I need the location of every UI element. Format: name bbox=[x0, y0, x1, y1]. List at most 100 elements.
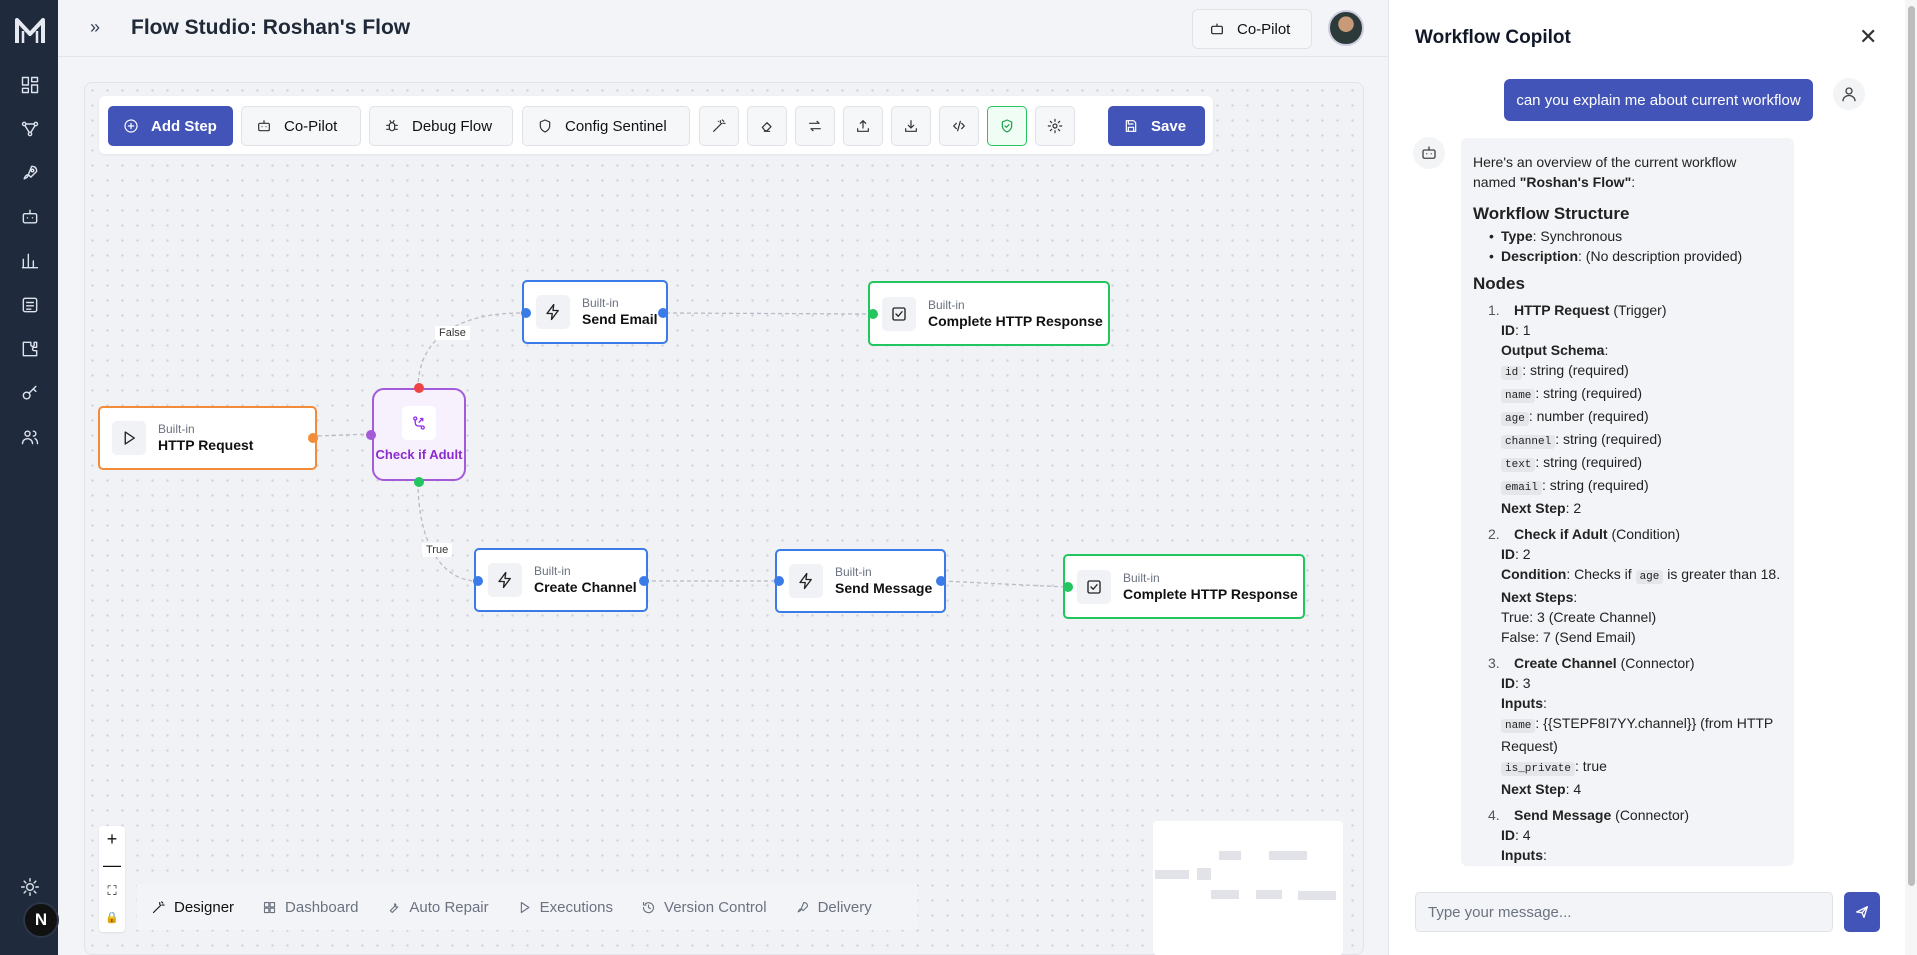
port-out[interactable] bbox=[639, 576, 649, 586]
port-out[interactable] bbox=[936, 576, 946, 586]
magic-wand-icon[interactable] bbox=[699, 106, 739, 146]
top-header: » Flow Studio: Roshan's Flow Co-Pilot bbox=[58, 0, 1388, 57]
user-message: can you explain me about current workflo… bbox=[1504, 79, 1813, 121]
copilot-label: Co-Pilot bbox=[1237, 20, 1291, 38]
tab-version-control[interactable]: Version Control bbox=[627, 884, 781, 930]
sun-icon[interactable] bbox=[19, 876, 41, 898]
message-input[interactable] bbox=[1415, 892, 1833, 932]
send-button[interactable] bbox=[1844, 892, 1880, 932]
node-name: Send Email bbox=[582, 311, 658, 327]
lock-button[interactable]: 🔒 bbox=[99, 904, 125, 930]
node-name: Send Message bbox=[835, 580, 933, 596]
node-complete-http-response-1[interactable]: Built-in Complete HTTP Response bbox=[868, 281, 1110, 346]
node-send-email[interactable]: Built-in Send Email bbox=[522, 280, 668, 344]
user-avatar-initial[interactable]: N bbox=[23, 902, 59, 938]
debug-label: Debug Flow bbox=[412, 117, 493, 135]
copilot-panel: Workflow Copilot ✕ can you explain me ab… bbox=[1388, 0, 1917, 955]
fit-view-button[interactable]: ⛶ bbox=[99, 878, 125, 904]
node-name: Create Channel bbox=[534, 579, 637, 595]
dashboard-icon[interactable] bbox=[19, 74, 41, 96]
save-button[interactable]: Save bbox=[1108, 106, 1205, 146]
profile-avatar[interactable] bbox=[1328, 10, 1364, 46]
users-icon[interactable] bbox=[19, 426, 41, 448]
rocket-icon bbox=[797, 901, 808, 912]
port-out[interactable] bbox=[658, 308, 668, 318]
play-icon bbox=[520, 901, 530, 913]
node-check-if-adult[interactable]: Check if Adult bbox=[372, 388, 466, 481]
port-out[interactable] bbox=[308, 433, 318, 443]
key-icon[interactable] bbox=[19, 382, 41, 404]
port-in[interactable] bbox=[868, 309, 878, 319]
zoom-controls: + — ⛶ 🔒 bbox=[99, 826, 125, 932]
node-type: Built-in bbox=[1123, 570, 1160, 585]
rocket-icon[interactable] bbox=[19, 162, 41, 184]
header-copilot-button[interactable]: Co-Pilot bbox=[1192, 9, 1312, 49]
node-create-channel[interactable]: Built-in Create Channel bbox=[474, 548, 648, 612]
wand-icon bbox=[152, 900, 165, 913]
tab-delivery[interactable]: Delivery bbox=[781, 884, 886, 930]
debug-flow-button[interactable]: Debug Flow bbox=[369, 106, 513, 146]
close-icon[interactable]: ✕ bbox=[1859, 24, 1877, 50]
page-title: Flow Studio: Roshan's Flow bbox=[131, 16, 411, 39]
bot-icon bbox=[258, 120, 270, 132]
tab-label: Executions bbox=[539, 898, 614, 916]
puzzle-icon[interactable] bbox=[19, 338, 41, 360]
port-false[interactable] bbox=[414, 383, 424, 393]
tab-designer[interactable]: Designer bbox=[137, 884, 248, 930]
assistant-message: Here's an overview of the current workfl… bbox=[1461, 138, 1794, 866]
port-in[interactable] bbox=[774, 576, 784, 586]
node-type: Built-in bbox=[582, 296, 619, 310]
config-sentinel-button[interactable]: Config Sentinel bbox=[522, 106, 690, 146]
eraser-icon[interactable] bbox=[747, 106, 787, 146]
port-in[interactable] bbox=[1063, 582, 1073, 592]
swap-icon[interactable] bbox=[795, 106, 835, 146]
edge-label-false: False bbox=[435, 326, 470, 340]
gear-icon[interactable] bbox=[1035, 106, 1075, 146]
tab-dashboard[interactable]: Dashboard bbox=[248, 884, 372, 930]
zoom-in-button[interactable]: + bbox=[99, 826, 125, 852]
download-icon[interactable] bbox=[891, 106, 931, 146]
bot-icon[interactable] bbox=[19, 206, 41, 228]
nodes-heading: Nodes bbox=[1473, 274, 1525, 293]
intro-text: Here's an overview of the current workfl… bbox=[1473, 154, 1737, 190]
docs-icon[interactable] bbox=[19, 294, 41, 316]
minimap[interactable] bbox=[1153, 821, 1343, 955]
bolt-icon bbox=[536, 295, 570, 329]
tab-label: Designer bbox=[174, 898, 235, 916]
upload-icon[interactable] bbox=[843, 106, 883, 146]
add-step-button[interactable]: Add Step bbox=[108, 106, 233, 146]
plus-circle-icon bbox=[124, 119, 138, 133]
node-complete-http-response-2[interactable]: Built-in Complete HTTP Response bbox=[1063, 554, 1305, 619]
send-icon bbox=[1856, 906, 1868, 918]
add-step-label: Add Step bbox=[151, 117, 217, 135]
node-name: Complete HTTP Response bbox=[928, 312, 1103, 329]
node-http-request[interactable]: Built-in HTTP Request bbox=[98, 406, 317, 470]
bug-icon bbox=[386, 120, 398, 132]
node-type: Built-in bbox=[158, 422, 195, 436]
panel-scrollbar[interactable] bbox=[1905, 0, 1917, 955]
edge-label-true: True bbox=[422, 543, 453, 557]
shield-icon bbox=[539, 119, 551, 133]
node-item-3: 3. Create Channel (Connector) ID: 3 Inpu… bbox=[1488, 655, 1774, 797]
save-icon bbox=[1125, 120, 1137, 132]
port-in[interactable] bbox=[521, 308, 531, 318]
left-rail: N bbox=[0, 0, 59, 955]
chart-icon[interactable] bbox=[19, 250, 41, 272]
node-type: Built-in bbox=[928, 297, 965, 312]
port-in[interactable] bbox=[366, 430, 376, 440]
node-send-message[interactable]: Built-in Send Message bbox=[775, 549, 946, 613]
expand-sidebar-icon[interactable]: » bbox=[90, 17, 100, 38]
tab-label: Version Control bbox=[664, 898, 767, 916]
port-true[interactable] bbox=[414, 477, 424, 487]
tab-executions[interactable]: Executions bbox=[503, 884, 627, 930]
flow-icon[interactable] bbox=[19, 118, 41, 140]
shield-check-icon[interactable] bbox=[987, 106, 1027, 146]
copilot-button[interactable]: Co-Pilot bbox=[241, 106, 361, 146]
canvas-toolbar: Add Step Co-Pilot Debug Flow Config Sent… bbox=[99, 96, 1213, 154]
user-icon bbox=[1833, 78, 1865, 110]
port-in[interactable] bbox=[473, 576, 483, 586]
code-icon[interactable] bbox=[939, 106, 979, 146]
zoom-out-button[interactable]: — bbox=[99, 852, 125, 878]
app-logo[interactable] bbox=[14, 16, 46, 46]
tab-auto-repair[interactable]: Auto Repair bbox=[372, 884, 502, 930]
